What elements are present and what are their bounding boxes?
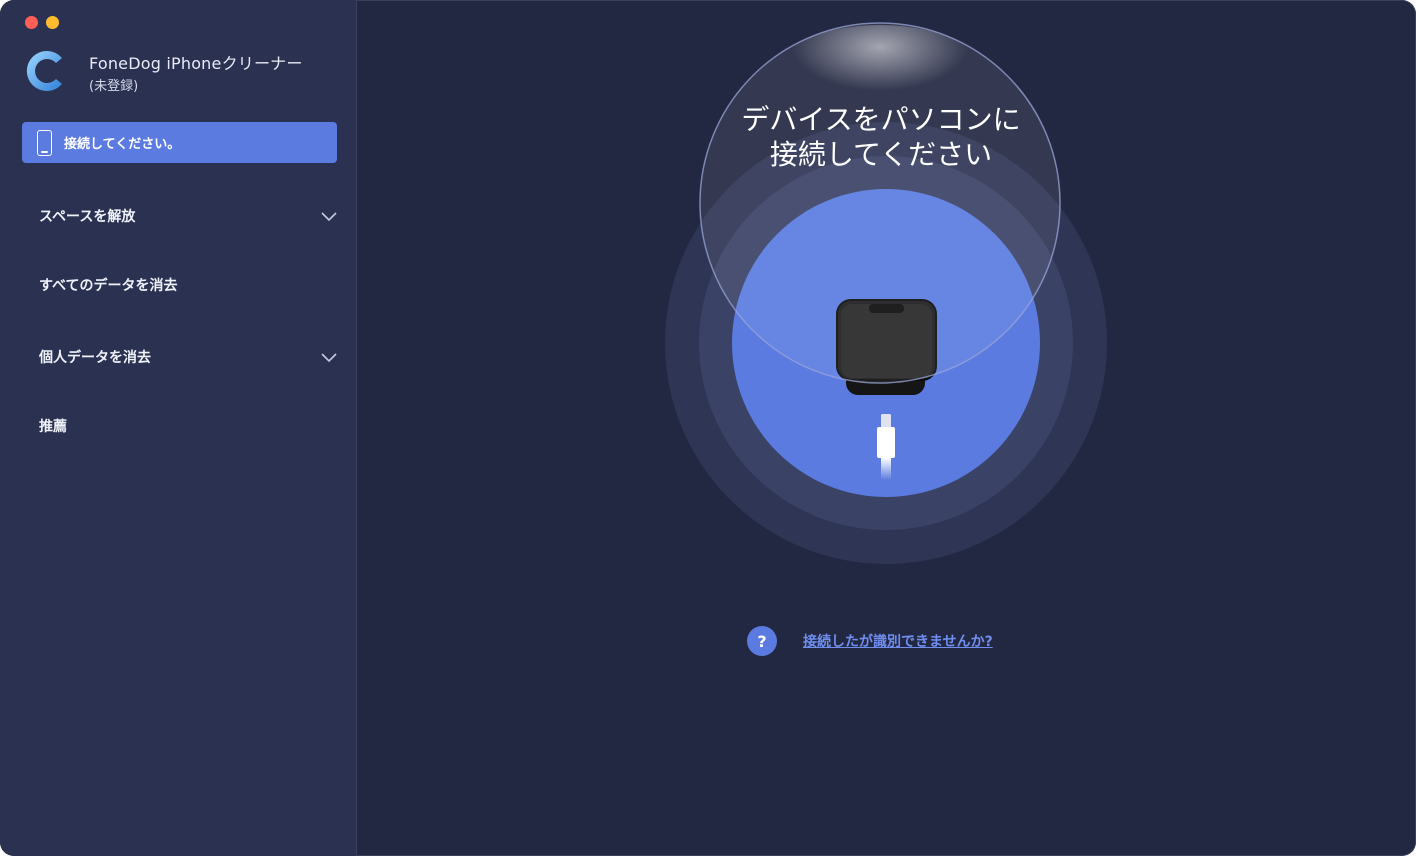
help-link[interactable]: 接続したが識別できませんか? — [803, 631, 993, 651]
app-window: FoneDog iPhoneクリーナー (未登録) 接続してください。 スペース… — [0, 0, 1416, 856]
sidebar-item-label: すべてのデータを消去 — [39, 278, 178, 294]
sidebar: FoneDog iPhoneクリーナー (未登録) 接続してください。 スペース… — [0, 0, 357, 856]
sidebar-item-erase-private[interactable]: 個人データを消去 — [0, 339, 356, 379]
fonedog-logo-icon — [26, 51, 62, 91]
question-icon: ? — [747, 626, 777, 656]
connect-device-label: 接続してください。 — [64, 137, 181, 152]
sidebar-item-recommend[interactable]: 推薦 — [0, 408, 356, 448]
registration-status: (未登録) — [89, 79, 139, 94]
heading-line-1: デバイスをパソコンに — [741, 103, 1021, 136]
chevron-down-icon — [321, 212, 337, 222]
connect-device-button[interactable]: 接続してください。 — [22, 122, 337, 163]
sidebar-item-label: 個人データを消去 — [39, 350, 151, 366]
sidebar-item-label: スペースを解放 — [39, 209, 136, 225]
app-title: FoneDog iPhoneクリーナー — [89, 54, 303, 73]
minimize-window-button[interactable] — [46, 16, 59, 29]
phone-icon — [37, 129, 52, 156]
unrecognized-help[interactable]: ? 接続したが識別できませんか? — [747, 626, 993, 656]
chevron-down-icon — [321, 353, 337, 363]
sidebar-item-erase-all[interactable]: すべてのデータを消去 — [0, 267, 356, 307]
sidebar-item-label: 推薦 — [39, 419, 67, 435]
connect-instruction-heading: デバイスをパソコンに 接続してください — [702, 102, 1060, 172]
heading-line-2: 接続してください — [769, 138, 993, 171]
close-window-button[interactable] — [25, 16, 38, 29]
speech-bubble — [699, 22, 1061, 384]
window-controls — [25, 16, 59, 29]
sidebar-item-free-space[interactable]: スペースを解放 — [0, 198, 356, 238]
main-panel: デバイスをパソコンに 接続してください ? 接続したが識別できませんか? — [357, 0, 1416, 856]
